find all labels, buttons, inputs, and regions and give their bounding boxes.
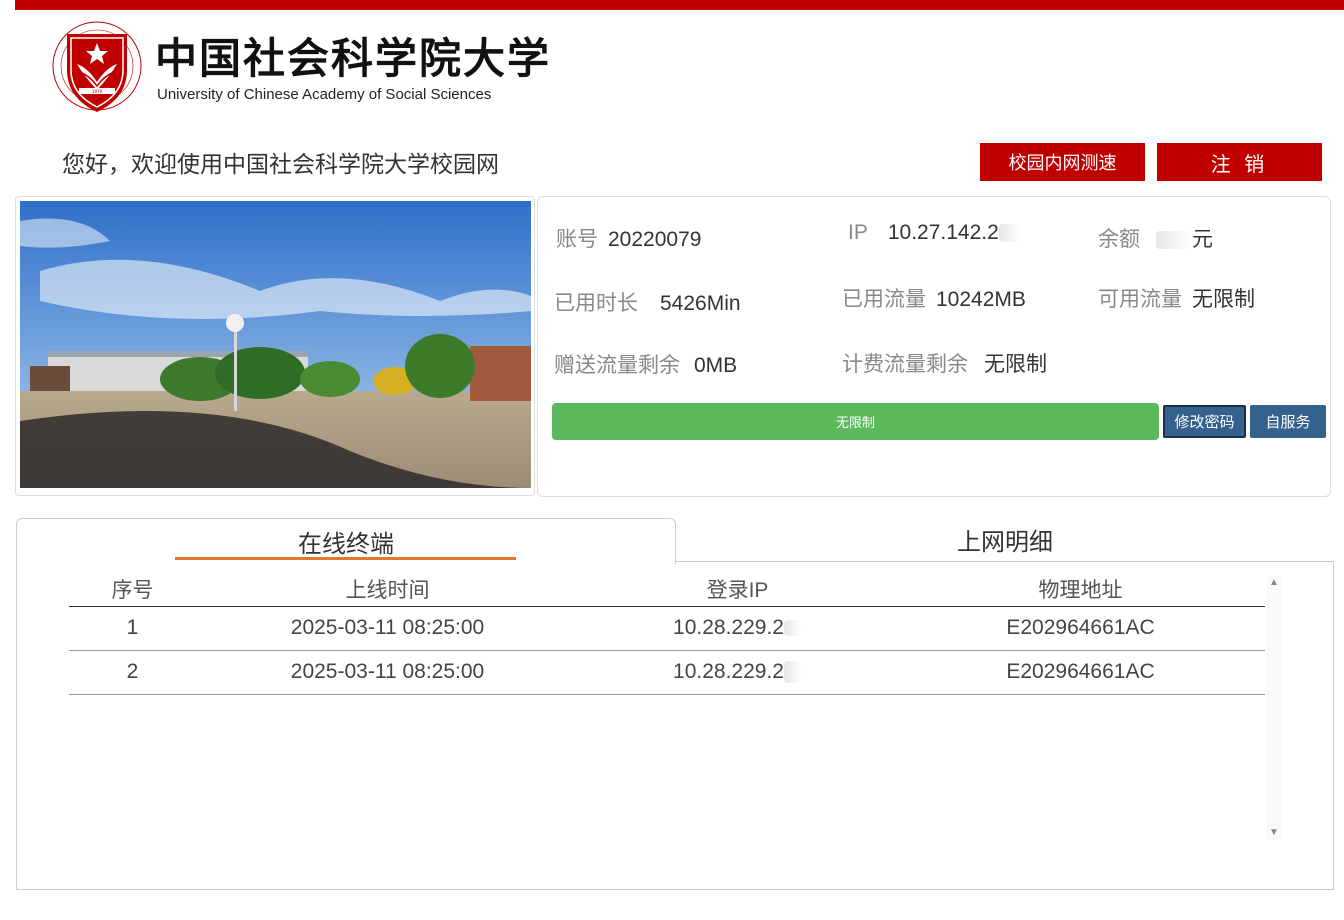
- row-login-ip-cell: 10.28.229.2: [579, 650, 896, 695]
- balance-field: 余额 元: [1098, 223, 1213, 253]
- gift-traffic-field: 赠送流量剩余 0MB: [554, 349, 737, 379]
- redacted-ip-blur: [783, 620, 802, 637]
- billed-traffic-value: 无限制: [984, 353, 1047, 376]
- ip-field: IP 10.27.142.2: [848, 221, 1021, 245]
- row-login-ip: 10.28.229.2: [673, 660, 784, 683]
- online-terminals-table: 序号 上线时间 登录IP 物理地址 1 2025-03-11 08:25:00 …: [69, 572, 1265, 695]
- billed-traffic-field: 计费流量剩余 无限制: [842, 348, 1047, 378]
- ip-label: IP: [848, 221, 868, 244]
- row-index: 2: [69, 650, 196, 695]
- column-header-online-time: 上线时间: [196, 572, 579, 607]
- welcome-message: 您好，欢迎使用中国社会科学院大学校园网: [62, 151, 499, 177]
- row-login-ip: 10.28.229.2: [673, 616, 784, 639]
- used-time-value: 5426Min: [660, 292, 741, 315]
- row-login-ip-cell: 10.28.229.2: [579, 606, 896, 651]
- scroll-up-arrow-icon[interactable]: ▲: [1267, 576, 1281, 590]
- campus-photo: [20, 201, 531, 488]
- column-header-mac-address: 物理地址: [896, 572, 1265, 607]
- column-header-index: 序号: [69, 572, 196, 607]
- used-time-field: 已用时长 5426Min: [554, 287, 741, 317]
- balance-label: 余额: [1098, 228, 1140, 251]
- intranet-speed-test-button[interactable]: 校园内网测速: [980, 143, 1145, 181]
- available-traffic-value: 无限制: [1192, 288, 1255, 311]
- scroll-down-arrow-icon[interactable]: ▼: [1267, 826, 1281, 840]
- active-tab-underline: [175, 557, 516, 560]
- logo-chinese-name: 中国社会科学院大学: [155, 34, 552, 83]
- table-row: 1 2025-03-11 08:25:00 10.28.229.2 E20296…: [69, 606, 1265, 651]
- used-traffic-value: 10242MB: [936, 288, 1026, 311]
- balance-unit: 元: [1192, 228, 1213, 251]
- self-service-button[interactable]: 自服务: [1250, 405, 1326, 438]
- used-time-label: 已用时长: [554, 292, 638, 315]
- account-field: 账号 20220079: [556, 223, 701, 253]
- gift-traffic-value: 0MB: [694, 354, 738, 377]
- table-header-row: 序号 上线时间 登录IP 物理地址: [69, 572, 1265, 607]
- logo-english-name: University of Chinese Academy of Social …: [157, 86, 492, 103]
- gift-traffic-label: 赠送流量剩余: [554, 354, 680, 377]
- svg-text:1978: 1978: [92, 89, 103, 94]
- column-header-login-ip: 登录IP: [579, 572, 896, 607]
- redacted-ip-blur: [783, 661, 802, 684]
- billed-traffic-label: 计费流量剩余: [842, 353, 968, 376]
- campus-photo-frame: [15, 196, 535, 496]
- row-online-time: 2025-03-11 08:25:00: [196, 606, 579, 651]
- tab-network-details[interactable]: 上网明细: [676, 518, 1334, 562]
- table-row: 2 2025-03-11 08:25:00 10.28.229.2 E20296…: [69, 650, 1265, 695]
- university-emblem-icon: 1978: [52, 21, 142, 112]
- used-traffic-field: 已用流量 10242MB: [842, 283, 1026, 313]
- top-brand-bar: [15, 0, 1344, 10]
- change-password-button[interactable]: 修改密码: [1163, 405, 1246, 438]
- used-traffic-label: 已用流量: [842, 288, 926, 311]
- traffic-progress-bar: 无限制: [552, 403, 1159, 440]
- ip-value: 10.27.142.2: [887, 221, 999, 244]
- table-scrollbar[interactable]: ▲ ▼: [1267, 576, 1281, 840]
- redacted-balance-blur: [1156, 231, 1192, 250]
- row-index: 1: [69, 606, 196, 651]
- row-mac-address: E202964661AC: [896, 650, 1265, 695]
- account-info-panel: 账号 20220079 IP 10.27.142.2 余额 元 已用时长 5426Min…: [537, 196, 1331, 497]
- available-traffic-label: 可用流量: [1098, 288, 1182, 311]
- logout-button[interactable]: 注 销: [1157, 143, 1322, 181]
- available-traffic-field: 可用流量 无限制: [1098, 283, 1255, 313]
- redacted-ip-blur: [998, 224, 1021, 243]
- account-value: 20220079: [608, 228, 702, 251]
- progress-fill: 无限制: [552, 403, 1159, 440]
- account-label: 账号: [556, 228, 598, 251]
- row-mac-address: E202964661AC: [896, 606, 1265, 651]
- online-terminals-panel: 序号 上线时间 登录IP 物理地址 1 2025-03-11 08:25:00 …: [16, 562, 1334, 890]
- row-online-time: 2025-03-11 08:25:00: [196, 650, 579, 695]
